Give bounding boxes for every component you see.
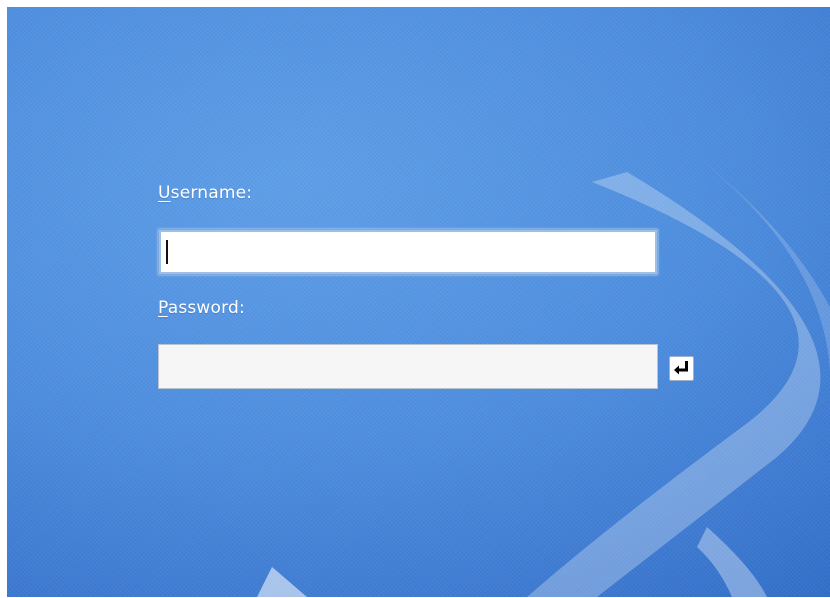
password-label-accelerator: P xyxy=(158,298,168,318)
password-input[interactable] xyxy=(158,344,658,389)
password-label: Password: xyxy=(158,298,245,318)
text-caret xyxy=(166,240,168,264)
login-submit-button[interactable] xyxy=(669,356,694,381)
username-label-text: sername: xyxy=(170,183,253,203)
enter-arrow-icon xyxy=(674,361,688,375)
username-label: Username: xyxy=(158,183,252,203)
background-swoosh xyxy=(257,157,830,597)
login-screen: Username: Password: xyxy=(7,7,830,597)
background-texture xyxy=(7,7,830,597)
username-label-accelerator: U xyxy=(158,183,171,203)
username-input[interactable] xyxy=(158,229,658,275)
password-label-text: assword: xyxy=(167,298,245,318)
